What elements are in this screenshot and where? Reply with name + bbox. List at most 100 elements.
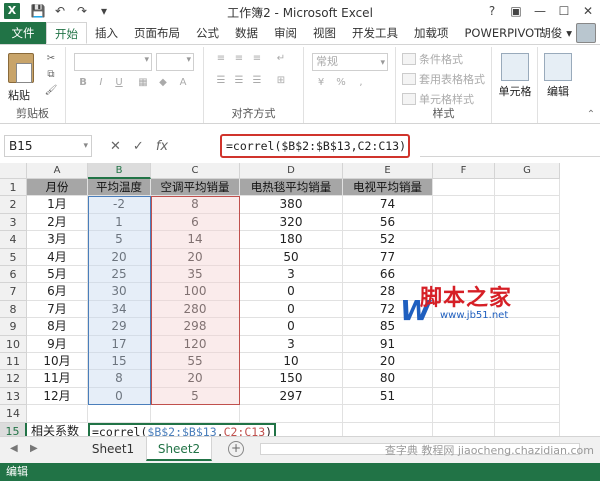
empty-cell[interactable] <box>495 335 560 353</box>
tab-addins[interactable]: 加载项 <box>406 22 457 44</box>
copy-icon[interactable]: ⧉ <box>44 69 58 81</box>
insert-function-icon[interactable]: fx <box>156 139 168 154</box>
table-cell[interactable]: 9月 <box>27 335 88 353</box>
empty-cell[interactable] <box>495 422 560 436</box>
table-cell[interactable]: 91 <box>343 335 433 353</box>
empty-cell[interactable] <box>343 405 433 423</box>
cut-icon[interactable]: ✂ <box>44 53 58 65</box>
align-left-icon[interactable]: ☰ <box>214 75 228 87</box>
empty-cell[interactable] <box>495 387 560 406</box>
tab-home[interactable]: 开始 <box>46 22 87 44</box>
font-name-combo[interactable] <box>74 53 152 71</box>
empty-cell[interactable] <box>495 213 560 232</box>
column-header-f[interactable]: F <box>433 163 495 179</box>
help-button[interactable]: ? <box>480 0 504 22</box>
table-cell[interactable]: 0 <box>240 318 343 336</box>
conditional-format-button[interactable]: 条件格式 <box>402 51 463 69</box>
table-cell[interactable]: 50 <box>240 248 343 266</box>
empty-cell[interactable] <box>343 422 433 436</box>
table-cell[interactable]: 0 <box>240 283 343 301</box>
row-header-4[interactable]: 4 <box>0 231 27 249</box>
table-cell[interactable]: 8月 <box>27 318 88 336</box>
row-header-10[interactable]: 10 <box>0 335 27 353</box>
number-format-combo[interactable]: 常规 <box>312 53 388 71</box>
empty-cell[interactable] <box>240 405 343 423</box>
empty-cell[interactable] <box>151 405 240 423</box>
column-header-a[interactable]: A <box>27 163 88 179</box>
table-header-cell[interactable]: 空调平均销量 <box>151 179 240 197</box>
table-cell[interactable]: 20 <box>343 353 433 371</box>
column-header-e[interactable]: E <box>343 163 433 179</box>
empty-cell[interactable] <box>433 387 495 406</box>
empty-cell[interactable] <box>433 422 495 436</box>
sheet-tab-sheet1[interactable]: Sheet1 <box>80 437 146 461</box>
minimize-button[interactable]: — <box>528 0 552 22</box>
row-header-5[interactable]: 5 <box>0 248 27 266</box>
table-cell[interactable]: 5月 <box>27 266 88 284</box>
table-cell[interactable]: 56 <box>343 213 433 232</box>
row-header-12[interactable]: 12 <box>0 370 27 388</box>
comma-icon[interactable]: , <box>354 77 368 89</box>
empty-cell[interactable] <box>433 370 495 388</box>
align-bottom-icon[interactable]: ≡ <box>250 53 264 65</box>
cells-button[interactable]: 单元格 <box>496 53 534 99</box>
empty-cell[interactable] <box>433 213 495 232</box>
italic-icon[interactable]: I <box>94 77 108 89</box>
column-header-g[interactable]: G <box>495 163 560 179</box>
empty-cell[interactable] <box>495 248 560 266</box>
table-cell[interactable]: 52 <box>343 231 433 249</box>
percent-icon[interactable]: % <box>334 77 348 89</box>
empty-cell[interactable] <box>433 353 495 371</box>
table-cell[interactable]: 80 <box>343 370 433 388</box>
align-right-icon[interactable]: ☰ <box>250 75 264 87</box>
active-cell-editor[interactable]: =correl($B$2:$B$13,C2:C13) <box>88 422 277 436</box>
table-cell[interactable]: 0 <box>240 300 343 319</box>
table-cell[interactable]: 74 <box>343 196 433 214</box>
table-cell[interactable]: 6月 <box>27 283 88 301</box>
empty-cell[interactable] <box>495 370 560 388</box>
tab-page-layout[interactable]: 页面布局 <box>126 22 188 44</box>
empty-cell[interactable] <box>495 353 560 371</box>
editing-button[interactable]: 编辑 <box>540 53 576 99</box>
table-cell[interactable]: 11月 <box>27 370 88 388</box>
format-painter-icon[interactable]: 🖌 <box>44 85 58 97</box>
cancel-icon[interactable]: ✕ <box>110 139 121 154</box>
empty-cell[interactable] <box>495 179 560 197</box>
paste-button-label[interactable]: 粘贴 <box>8 87 30 103</box>
table-header-cell[interactable]: 平均温度 <box>88 179 151 197</box>
table-cell[interactable]: 320 <box>240 213 343 232</box>
table-cell[interactable]: 180 <box>240 231 343 249</box>
wrap-text-icon[interactable]: ↵ <box>274 53 288 65</box>
empty-cell[interactable] <box>495 405 560 423</box>
sheet-tab-sheet2[interactable]: Sheet2 <box>146 437 212 461</box>
paste-icon[interactable] <box>8 53 34 83</box>
table-cell[interactable]: 4月 <box>27 248 88 266</box>
name-box[interactable]: B15 <box>4 135 92 157</box>
bold-icon[interactable]: B <box>76 77 90 89</box>
user-account[interactable]: 胡俊 ▾ <box>539 22 596 44</box>
row-header-2[interactable]: 2 <box>0 196 27 214</box>
align-top-icon[interactable]: ≡ <box>214 53 228 65</box>
table-cell[interactable]: 10月 <box>27 353 88 371</box>
row-header-13[interactable]: 13 <box>0 387 27 406</box>
tab-insert[interactable]: 插入 <box>87 22 126 44</box>
row-header-14[interactable]: 14 <box>0 405 27 423</box>
empty-cell[interactable] <box>88 405 151 423</box>
border-icon[interactable]: ▦ <box>136 77 150 89</box>
table-cell[interactable]: 1月 <box>27 196 88 214</box>
column-header-b[interactable]: B <box>88 163 151 179</box>
table-cell[interactable]: 380 <box>240 196 343 214</box>
tab-powerpivot[interactable]: POWERPIVOT <box>457 22 550 44</box>
row-header-1[interactable]: 1 <box>0 179 27 197</box>
format-as-table-button[interactable]: 套用表格格式 <box>402 71 485 89</box>
table-cell[interactable]: 12月 <box>27 387 88 406</box>
row-header-7[interactable]: 7 <box>0 283 27 301</box>
add-sheet-icon[interactable]: + <box>228 441 244 457</box>
tab-view[interactable]: 视图 <box>305 22 344 44</box>
table-cell[interactable]: 7月 <box>27 300 88 319</box>
prev-sheet-icon[interactable]: ◀ <box>10 443 18 454</box>
table-header-cell[interactable]: 电视平均销量 <box>343 179 433 197</box>
empty-cell[interactable] <box>27 405 88 423</box>
currency-icon[interactable]: ¥ <box>314 77 328 89</box>
table-cell[interactable]: 150 <box>240 370 343 388</box>
